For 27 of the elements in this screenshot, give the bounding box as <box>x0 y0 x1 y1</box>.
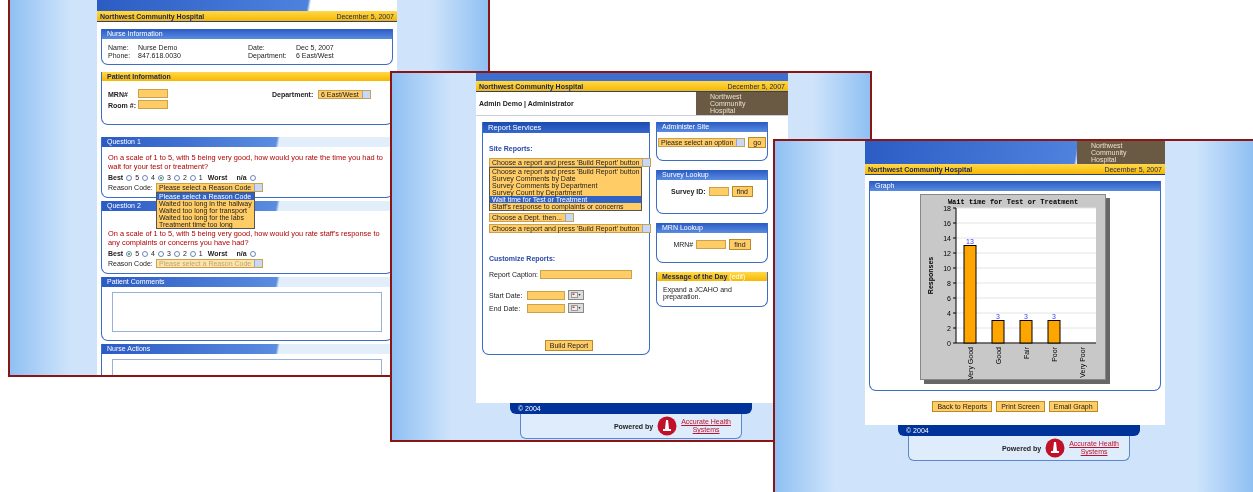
bar <box>1019 320 1033 344</box>
start-date-field[interactable] <box>527 290 565 300</box>
radio-button[interactable] <box>173 250 180 257</box>
radio-button[interactable] <box>142 174 149 181</box>
bar <box>1047 320 1061 344</box>
bar <box>991 320 1005 344</box>
brand-logo-icon <box>657 416 678 436</box>
radio-button[interactable] <box>126 174 133 181</box>
radio-button[interactable] <box>249 174 256 181</box>
radio-button[interactable] <box>189 174 196 181</box>
caption-field[interactable] <box>540 270 633 279</box>
room-field[interactable] <box>138 100 168 109</box>
mrn-field[interactable] <box>696 240 727 249</box>
brand-logo-icon <box>1045 438 1066 458</box>
radio-button[interactable] <box>189 250 196 257</box>
radio-button[interactable] <box>158 250 164 257</box>
comments-field[interactable] <box>112 292 382 332</box>
radio-button[interactable] <box>142 250 149 257</box>
end-date-field[interactable] <box>527 303 565 313</box>
radio-button[interactable] <box>158 174 164 181</box>
radio-button[interactable] <box>126 250 133 257</box>
survey-id-field[interactable] <box>708 187 729 196</box>
mrn-field[interactable] <box>138 89 168 98</box>
calendar-button[interactable] <box>568 290 584 300</box>
radio-button[interactable] <box>249 250 256 257</box>
calendar-button[interactable] <box>568 303 584 313</box>
radio-button[interactable] <box>173 174 180 181</box>
